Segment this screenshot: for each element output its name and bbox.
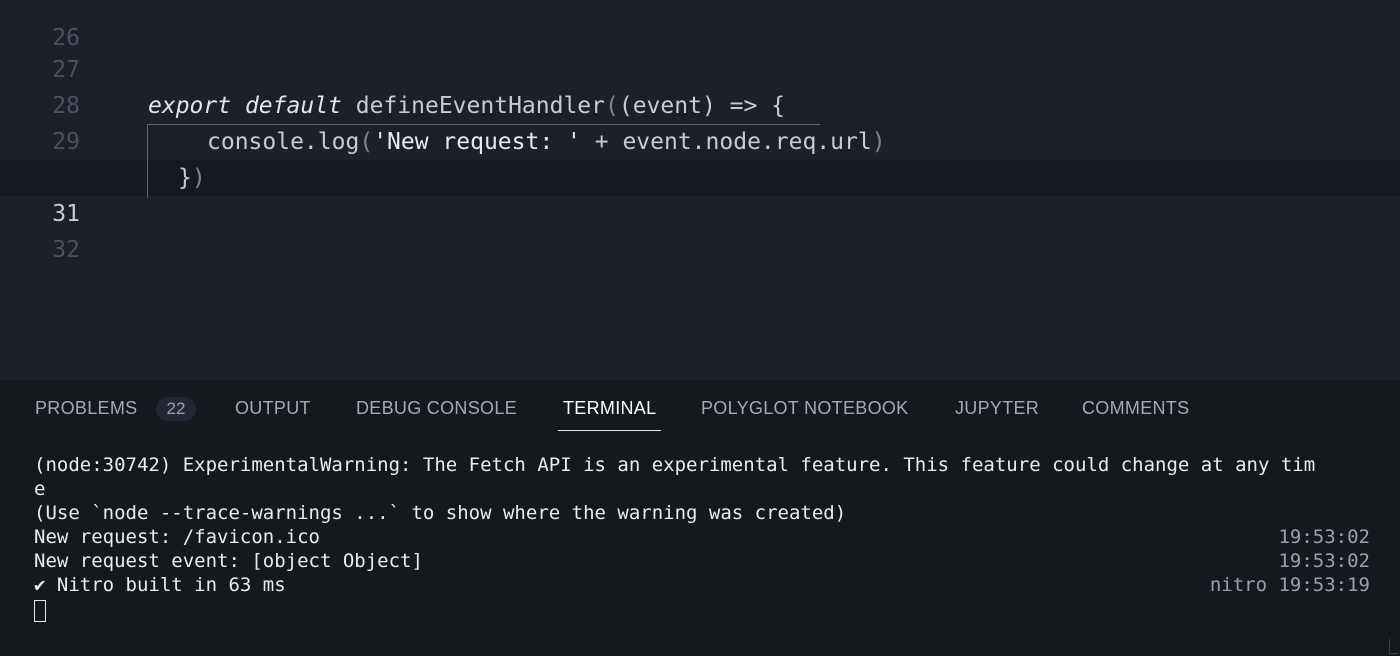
tab-polyglot-notebook[interactable]: POLYGLOT NOTEBOOK <box>701 398 909 432</box>
terminal-line: ✔ Nitro built in 63 ms <box>34 574 286 596</box>
terminal-line: e <box>34 478 46 500</box>
close-paren: ) <box>191 165 206 191</box>
terminal-cursor <box>34 600 46 622</box>
bottom-panel: PROBLEMS 22 OUTPUT DEBUG CONSOLE TERMINA… <box>0 380 1400 656</box>
handler-args: (event) <box>618 93 716 119</box>
tab-output[interactable]: OUTPUT <box>235 398 311 432</box>
bracket-guide <box>147 124 820 162</box>
tab-problems[interactable]: PROBLEMS <box>35 398 137 432</box>
open-paren: ( <box>605 93 619 119</box>
terminal-line: (node:30742) ExperimentalWarning: The Fe… <box>34 454 1316 476</box>
terminal-timestamp: 19:53:02 <box>1278 550 1370 572</box>
code-text[interactable]: export default defineEventHandler((event… <box>148 88 785 124</box>
code-line[interactable]: 32 <box>0 196 1400 263</box>
tab-terminal[interactable]: TERMINAL <box>557 398 662 432</box>
resize-corner-icon <box>1389 639 1398 654</box>
code-text[interactable]: }) <box>178 160 206 196</box>
code-line[interactable]: 28 <box>0 52 1400 119</box>
terminal-line: New request event: [object Object] <box>34 550 423 572</box>
close-paren: ) <box>871 129 886 155</box>
tab-comments[interactable]: COMMENTS <box>1082 398 1189 432</box>
terminal-timestamp: nitro 19:53:19 <box>1209 574 1370 596</box>
panel-tabs: PROBLEMS 22 OUTPUT DEBUG CONSOLE TERMINA… <box>0 380 1400 438</box>
keyword-export: export <box>148 93 232 119</box>
line-number: 32 <box>52 237 80 263</box>
code-line[interactable]: 27 <box>0 16 1400 83</box>
terminal-line: (Use `node --trace-warnings ...` to show… <box>34 502 847 524</box>
indent-guide <box>147 161 148 198</box>
code-line-current[interactable]: 31 }) <box>0 160 1400 227</box>
arrow-brace: => { <box>715 93 786 119</box>
code-line[interactable]: 29 export default defineEventHandler((ev… <box>0 88 1400 155</box>
keyword-default: default <box>244 93 342 119</box>
problems-count-badge: 22 <box>156 397 196 421</box>
terminal-output[interactable]: (node:30742) ExperimentalWarning: The Fe… <box>0 452 1400 656</box>
close-brace: } <box>178 165 192 191</box>
code-editor[interactable]: 26 27 28 29 export default defineEventHa… <box>0 0 1400 380</box>
terminal-timestamp: 19:53:02 <box>1278 526 1370 548</box>
terminal-line: New request: /favicon.ico <box>34 526 320 548</box>
tab-jupyter[interactable]: JUPYTER <box>955 398 1039 432</box>
function-name: defineEventHandler <box>355 93 605 119</box>
tab-debug-console[interactable]: DEBUG CONSOLE <box>356 398 517 432</box>
